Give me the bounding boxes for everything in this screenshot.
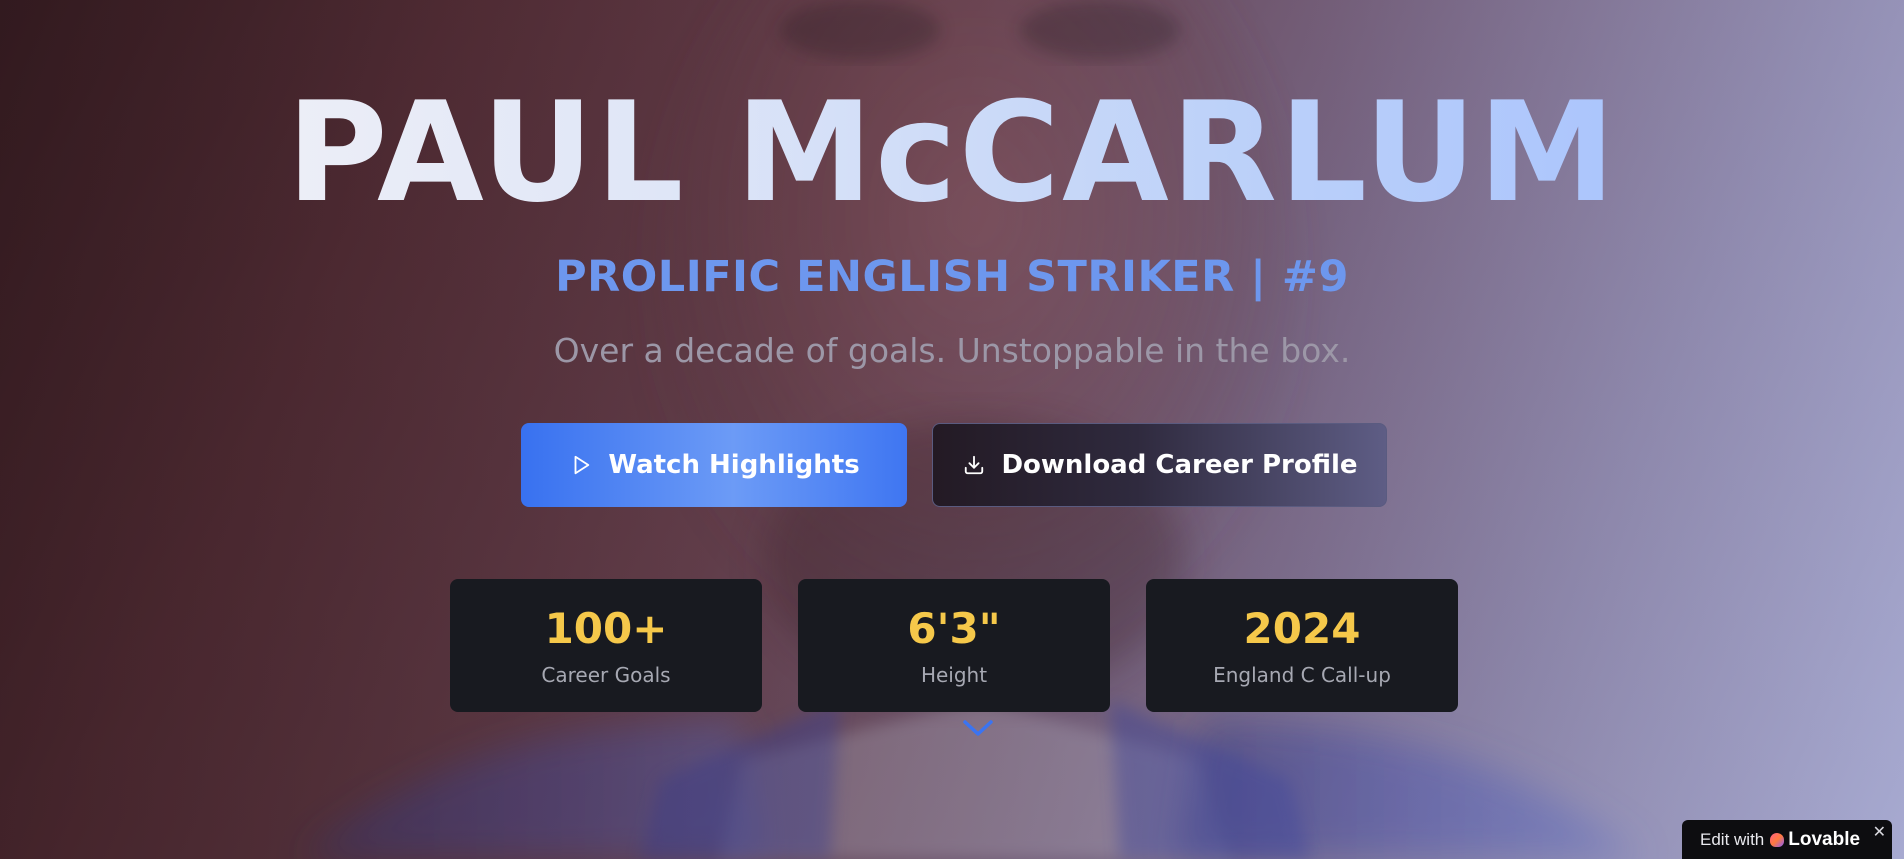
play-icon: [568, 452, 594, 478]
hero-content: PAUL McCARLUM PROLIFIC ENGLISH STRIKER |…: [0, 0, 1904, 859]
hero-section: PAUL McCARLUM PROLIFIC ENGLISH STRIKER |…: [0, 0, 1904, 859]
badge-prefix: Edit with: [1700, 829, 1765, 849]
watch-highlights-label: Watch Highlights: [608, 450, 860, 480]
chevron-down-icon: [961, 717, 995, 743]
watch-highlights-button[interactable]: Watch Highlights: [521, 423, 907, 507]
lovable-logo-icon: [1770, 832, 1785, 847]
badge-brand: Lovable: [1788, 828, 1861, 850]
stat-label: Career Goals: [541, 663, 671, 687]
close-icon[interactable]: ✕: [1873, 822, 1886, 841]
edit-with-lovable-badge[interactable]: Edit with Lovable ✕: [1682, 820, 1892, 859]
stat-value: 2024: [1243, 604, 1361, 653]
stat-card-england-call-up: 2024 England C Call-up: [1146, 579, 1458, 712]
stat-value: 100+: [544, 604, 668, 653]
stat-card-career-goals: 100+ Career Goals: [450, 579, 762, 712]
player-name-heading: PAUL McCARLUM: [0, 78, 1904, 228]
stat-card-height: 6'3" Height: [798, 579, 1110, 712]
stat-label: Height: [920, 663, 988, 687]
download-icon: [961, 452, 987, 478]
stat-label: England C Call-up: [1213, 663, 1391, 687]
stat-value: 6'3": [907, 604, 1001, 653]
hero-tagline: Over a decade of goals. Unstoppable in t…: [553, 331, 1351, 370]
download-career-profile-button[interactable]: Download Career Profile: [932, 423, 1387, 507]
download-career-profile-label: Download Career Profile: [1001, 450, 1358, 480]
player-position-subtitle: PROLIFIC ENGLISH STRIKER | #9: [555, 252, 1349, 302]
scroll-down-indicator[interactable]: [954, 706, 1002, 754]
